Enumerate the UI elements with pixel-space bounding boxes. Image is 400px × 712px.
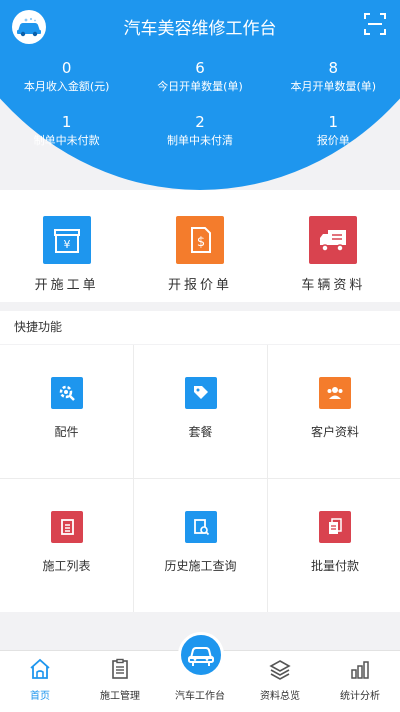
cell-label: 施工列表	[42, 559, 91, 573]
stat-label: 本月开单数量(单)	[290, 80, 377, 93]
tag-icon	[184, 377, 217, 409]
action-label: 开报价单	[167, 278, 232, 293]
nav-label: 统计分析	[340, 691, 380, 702]
customer-info-button[interactable]: 客户资料	[268, 345, 400, 478]
batch-payment-icon	[319, 511, 351, 543]
stat-label: 报价单	[316, 134, 350, 147]
parts-button[interactable]: 配件	[0, 345, 133, 478]
vehicle-info-button[interactable]: 车辆资料	[267, 190, 400, 302]
stat-value: 0	[61, 59, 72, 77]
stat-value: 6	[195, 59, 205, 77]
stat-unpaid[interactable]: 1 制单中未付款	[0, 112, 133, 166]
action-label: 开施工单	[34, 278, 99, 293]
scan-icon[interactable]	[364, 13, 386, 35]
page-title: 汽车美容维修工作台	[123, 19, 277, 39]
nav-item-statistics[interactable]: 统计分析	[320, 651, 400, 712]
svg-text:¥: ¥	[63, 238, 70, 251]
home-icon	[30, 658, 50, 679]
quote-dollar-icon: $	[175, 216, 224, 264]
cell-label: 历史施工查询	[164, 559, 237, 573]
package-button[interactable]: 套餐	[134, 345, 267, 478]
stat-value: 2	[195, 113, 205, 131]
nav-label: 首页	[30, 691, 50, 702]
layers-icon	[269, 660, 291, 680]
cell-label: 批量付款	[310, 559, 359, 573]
nav-item-work-management[interactable]: 施工管理	[80, 651, 160, 712]
nav-label: 资料总览	[260, 691, 300, 702]
stat-label: 制单中未付清	[166, 134, 233, 147]
stats-row-1: 0 本月收入金额(元) 6 今日开单数量(单) 8 本月开单数量(单)	[0, 58, 400, 112]
stat-value: 1	[61, 113, 72, 131]
quick-functions-grid: 配件 套餐 客户资料 施工列表 历史施工查询 批量付款	[0, 345, 400, 612]
quick-functions-title: 快捷功能	[0, 311, 400, 344]
stat-label: 本月收入金额(元)	[23, 80, 110, 93]
stat-quotes[interactable]: 1 报价单	[267, 112, 400, 166]
truck-icon	[309, 216, 358, 264]
work-list-button[interactable]: 施工列表	[0, 479, 133, 612]
cell-label: 套餐	[188, 425, 213, 439]
nav-item-data-overview[interactable]: 资料总览	[240, 651, 320, 712]
action-label: 车辆资料	[301, 278, 366, 293]
stats-panel: 0 本月收入金额(元) 6 今日开单数量(单) 8 本月开单数量(单) 1 制单…	[0, 58, 400, 166]
stat-monthly-income[interactable]: 0 本月收入金额(元)	[0, 58, 133, 112]
cell-label: 客户资料	[310, 425, 359, 439]
nav-item-home[interactable]: 首页	[0, 651, 80, 712]
bar-chart-icon	[351, 661, 369, 679]
open-quote-button[interactable]: $ 开报价单	[133, 190, 266, 302]
stats-row-2: 1 制单中未付款 2 制单中未付清 1 报价单	[0, 112, 400, 166]
clipboard-icon	[112, 658, 128, 679]
car-workbench-icon[interactable]	[178, 632, 224, 678]
stat-value: 1	[328, 113, 339, 131]
work-order-box-icon: ¥	[42, 216, 91, 264]
nav-label: 施工管理	[100, 691, 140, 702]
batch-payment-button[interactable]: 批量付款	[268, 479, 400, 612]
gear-wrench-icon	[50, 377, 83, 409]
stat-today-orders[interactable]: 6 今日开单数量(单)	[133, 58, 266, 112]
header: 汽车美容维修工作台 0 本月收入金额(元) 6 今日开单数量(单) 8 本月开单…	[0, 0, 400, 190]
document-search-icon	[184, 511, 217, 543]
svg-text:$: $	[197, 235, 205, 250]
stat-label: 制单中未付款	[33, 134, 100, 147]
history-query-button[interactable]: 历史施工查询	[134, 479, 267, 612]
nav-label: 汽车工作台	[175, 691, 225, 702]
header-top-bar: 汽车美容维修工作台	[0, 0, 400, 52]
clipboard-list-icon	[50, 511, 83, 543]
cell-label: 配件	[54, 425, 79, 439]
stat-partially-paid[interactable]: 2 制单中未付清	[133, 112, 266, 166]
stat-monthly-orders[interactable]: 8 本月开单数量(单)	[267, 58, 400, 112]
main-actions: ¥ 开施工单 $ 开报价单 车辆资料	[0, 190, 400, 302]
open-work-order-button[interactable]: ¥ 开施工单	[0, 190, 133, 302]
stat-value: 8	[328, 59, 339, 77]
stat-label: 今日开单数量(单)	[157, 80, 243, 93]
people-icon	[319, 377, 351, 409]
